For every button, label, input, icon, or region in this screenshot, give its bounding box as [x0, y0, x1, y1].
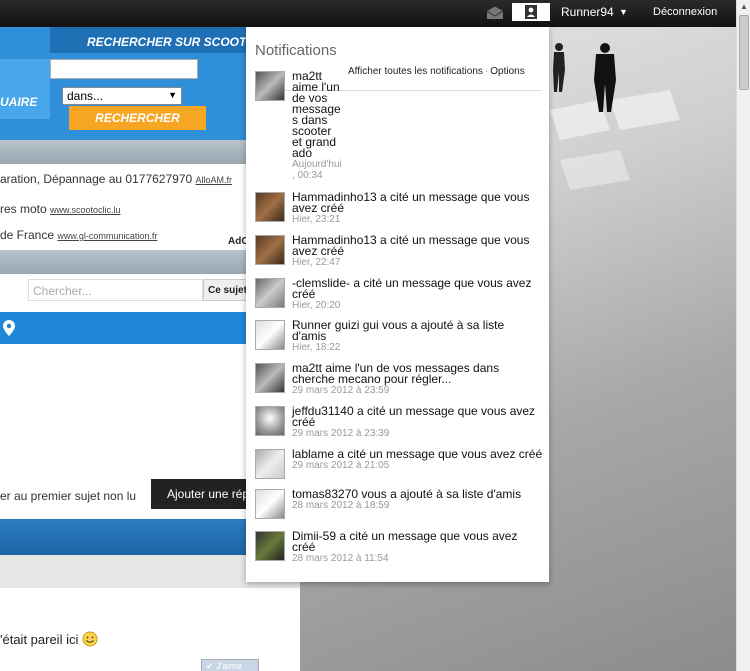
search-button[interactable]: RECHERCHER — [69, 106, 206, 130]
logo-tile — [0, 59, 50, 119]
scroll-up-arrow-icon[interactable]: ▲ — [737, 0, 750, 14]
notification-text-line: cherche mecano pour régler... — [292, 372, 452, 386]
notification-text-line: créé — [292, 287, 316, 301]
notification-time-line: Hier, 18:22 — [292, 342, 341, 353]
chevron-down-icon: ▼ — [168, 90, 177, 100]
avatar[interactable] — [255, 192, 285, 222]
avatar[interactable] — [255, 449, 285, 479]
ad-line[interactable]: res moto www.scootoclic.lu — [0, 202, 121, 216]
avatar[interactable] — [255, 278, 285, 308]
notification-text-line: tomas83270 vous a ajouté à sa liste d'am… — [292, 487, 522, 501]
notification-text[interactable]: Dimii-59 a cité un message que vous avez… — [292, 529, 518, 554]
notifications-heading: Notifications — [255, 42, 337, 59]
ad-text: de France — [0, 228, 58, 242]
notification-time-line: 29 mars 2012 à 21:05 — [292, 460, 390, 471]
notification-text-line: d'amis — [292, 329, 327, 343]
notification-text[interactable]: lablame a cité un message que vous avez … — [292, 447, 543, 461]
top-navigation-bar: Runner94 ▼ Déconnexion — [0, 0, 736, 27]
thread-search-input[interactable]: Chercher... — [28, 279, 203, 301]
map-pin-icon[interactable] — [3, 320, 15, 336]
post-text: 'était pareil ici — [0, 632, 82, 647]
notification-text-line: Dimii-59 a cité un message que vous avez — [292, 529, 518, 543]
notification-time-line: , 00:34 — [292, 170, 323, 181]
notification-time-line: Hier, 23:21 — [292, 214, 341, 225]
ad-link[interactable]: www.scootoclic.lu — [50, 205, 121, 215]
notification-text[interactable]: ma2tt aime l'un de vos messages dans cher… — [292, 362, 499, 386]
notification-text-line: lablame a cité un message que vous avez … — [292, 447, 543, 461]
notification-time-line: 29 mars 2012 à 23:39 — [292, 428, 390, 439]
notification-text-line: jeffdu31140 a cité un message que vous a… — [292, 404, 536, 418]
notification-text-line: créé — [292, 415, 316, 429]
notification-text-line: créé — [292, 540, 316, 554]
notification-text[interactable]: Runner guizi gui vous a ajouté à sa list… — [292, 319, 504, 343]
ad-text: res moto — [0, 202, 51, 216]
username-menu[interactable]: Runner94 — [561, 5, 614, 19]
first-unread-link[interactable]: er au premier sujet non lu — [0, 489, 136, 503]
profile-button[interactable] — [512, 3, 550, 21]
notification-text[interactable]: ma2tt aime l'un de vos message s dans scooter… — [292, 70, 341, 160]
notification-time-line: 29 mars 2012 à 23:59 — [292, 385, 390, 396]
like-label: J'aime — [216, 661, 242, 671]
search-input[interactable] — [50, 59, 198, 79]
like-button[interactable]: ✔ J'aime — [201, 659, 259, 671]
notification-text[interactable]: Hammadinho13 a cité un message que vous a… — [292, 191, 529, 215]
pedestrian-figure — [594, 43, 616, 112]
page-scrollbar[interactable]: ▲ — [736, 0, 750, 671]
user-card-icon — [525, 5, 537, 19]
notification-time: 29 mars 2012 à 23:59 — [292, 385, 389, 396]
notification-text[interactable]: Hammadinho13 a cité un message que vous a… — [292, 234, 529, 258]
avatar[interactable] — [255, 235, 285, 265]
notification-time-line: Hier, 22:47 — [292, 257, 341, 268]
ad-link[interactable]: www.gl-communication.fr — [57, 231, 157, 241]
avatar[interactable] — [255, 406, 285, 436]
crosswalk-graphic — [550, 90, 680, 190]
post-body: 'était pareil ici — [0, 631, 98, 647]
ad-text: aration, Dépannage au 0177627970 — [0, 172, 196, 186]
notification-time: Hier, 18:22 — [292, 342, 340, 353]
avatar[interactable] — [255, 71, 285, 101]
notification-text[interactable]: -clemslide- a cité un message que vous a… — [292, 276, 532, 301]
notification-time: Hier, 20:20 — [292, 300, 340, 311]
smiley-icon — [82, 631, 98, 647]
avatar[interactable] — [255, 320, 285, 350]
logout-link[interactable]: Déconnexion — [653, 6, 717, 18]
ad-line[interactable]: aration, Dépannage au 0177627970 AlloAM.… — [0, 172, 232, 186]
avatar[interactable] — [255, 489, 285, 519]
notification-time-line: 28 mars 2012 à 11:54 — [292, 553, 389, 564]
pedestrian-figure — [553, 43, 565, 92]
search-scope-select[interactable]: dans... ▼ — [62, 87, 182, 105]
annuaire-label: UAIRE — [0, 95, 38, 109]
notification-time-line: Aujourd'hui — [292, 159, 342, 170]
notification-time: 29 mars 2012 à 23:39 — [292, 428, 389, 439]
notification-time: 28 mars 2012 à 11:54 — [292, 553, 389, 564]
notification-links: Afficher toutes les notifications · Option… — [348, 66, 525, 77]
notification-time: Hier, 22:47 — [292, 257, 340, 268]
notification-text[interactable]: tomas83270 vous a ajouté à sa liste d'am… — [292, 487, 522, 501]
notification-time: Aujourd'hui, 00:34 — [292, 159, 342, 181]
notification-text-line: avez créé — [292, 201, 345, 215]
avatar[interactable] — [255, 531, 285, 561]
ad-link[interactable]: AlloAM.fr — [196, 175, 233, 185]
notification-time-line: Hier, 20:20 — [292, 300, 341, 311]
notification-time: 29 mars 2012 à 21:05 — [292, 460, 389, 471]
notification-time: 28 mars 2012 à 18:59 — [292, 500, 389, 511]
mail-icon[interactable] — [486, 6, 504, 20]
notification-options-link[interactable]: Options — [490, 66, 524, 77]
notification-text-line: -clemslide- a cité un message que vous a… — [292, 276, 532, 290]
notification-time: Hier, 23:21 — [292, 214, 340, 225]
scrollbar-thumb[interactable] — [739, 15, 749, 90]
search-scope-value: dans... — [67, 89, 104, 103]
ad-line[interactable]: de France www.gl-communication.fr — [0, 228, 157, 242]
notification-time-line: 28 mars 2012 à 18:59 — [292, 500, 390, 511]
show-all-notifications-link[interactable]: Afficher toutes les notifications — [348, 66, 483, 77]
notification-text-line: avez créé — [292, 244, 345, 258]
notification-text[interactable]: jeffdu31140 a cité un message que vous a… — [292, 404, 536, 429]
chevron-down-icon[interactable]: ▼ — [619, 7, 628, 17]
check-icon: ✔ — [206, 661, 214, 671]
avatar[interactable] — [255, 363, 285, 393]
notification-text-line: ado — [292, 146, 313, 160]
notifications-panel: Notifications Afficher toutes les notifi… — [246, 27, 549, 582]
